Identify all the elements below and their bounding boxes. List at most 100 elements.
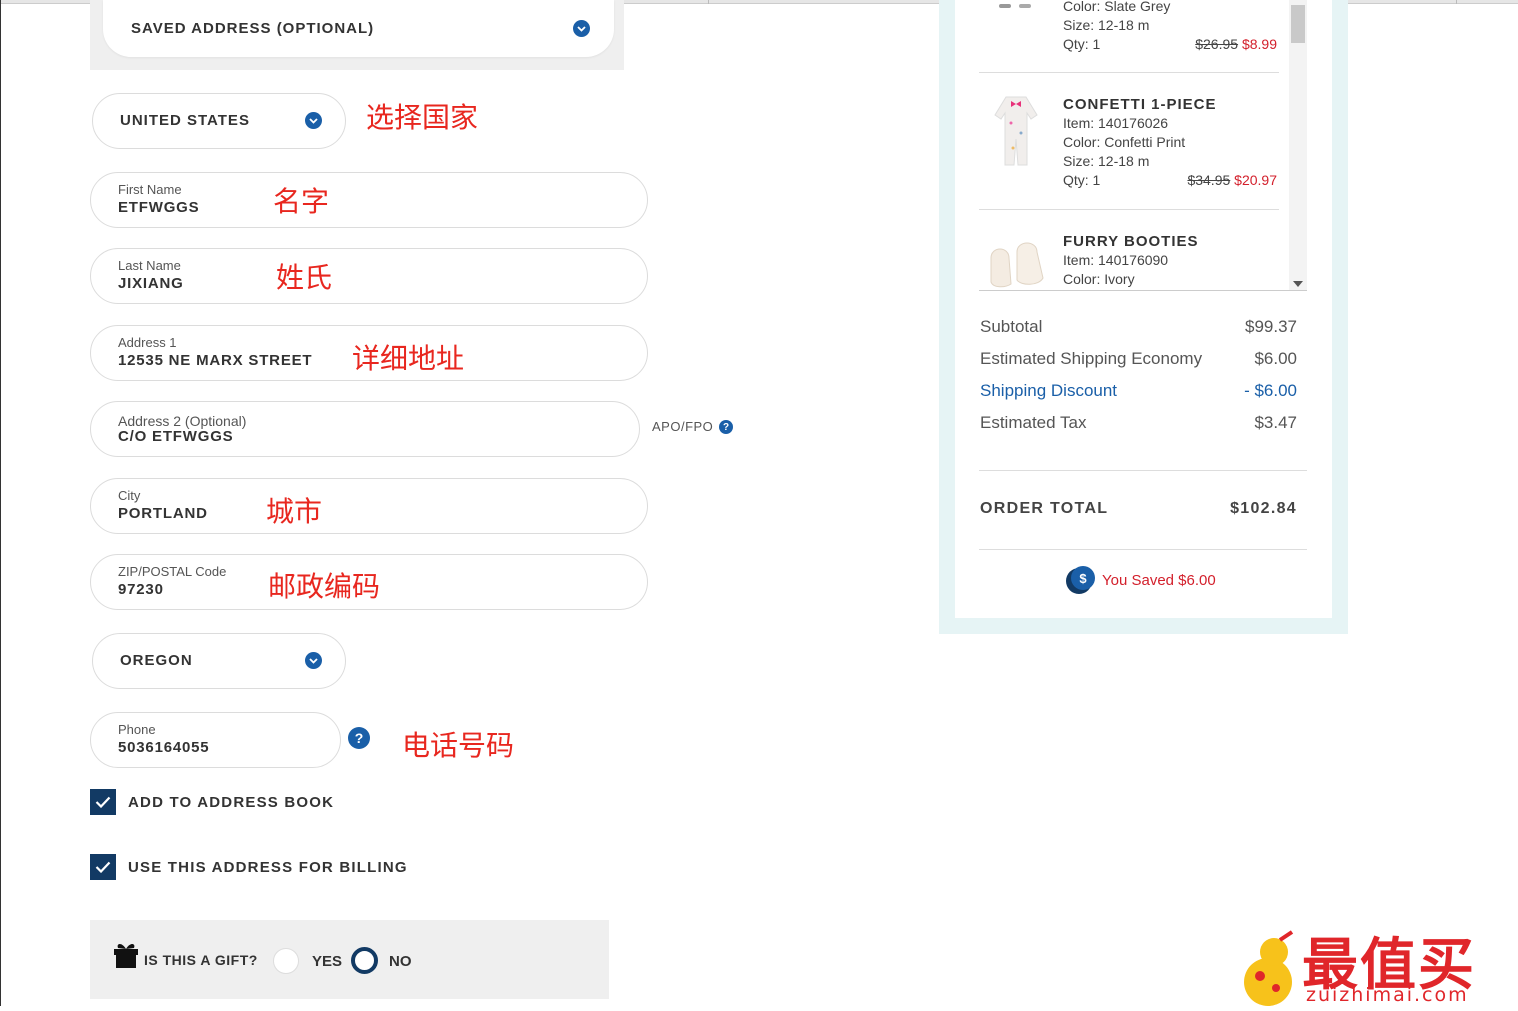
annotation-first-name: 名字 [273,185,330,218]
city-field[interactable]: City PORTLAND [90,478,648,534]
tax-row: Estimated Tax $3.47 [980,413,1297,433]
chevron-down-icon [305,112,322,129]
gift-question: IS THIS A GIFT? [144,952,258,968]
scroll-down-icon[interactable] [1293,274,1303,292]
item-color: Color: Confetti Print [1063,134,1186,150]
saved-address-select[interactable]: SAVED ADDRESS (OPTIONAL) [103,0,614,57]
item-name: FURRY BOOTIES [1063,233,1199,250]
product-thumbnail [987,238,1049,290]
list-item: CONFETTI 1-PIECE Item: 140176026 Color: … [979,73,1279,210]
gift-no-radio[interactable] [351,947,378,974]
use-for-billing-checkbox[interactable] [90,854,116,880]
watermark-logo: 最值买 zuizhimai.com [1230,924,1518,1006]
gift-no-label: NO [389,953,412,970]
city-value: PORTLAND [118,505,208,522]
annotation-zip: 邮政编码 [268,570,381,603]
address1-label: Address 1 [118,335,177,350]
gift-yes-radio[interactable] [273,948,299,974]
product-thumbnail [993,93,1039,174]
state-select[interactable]: OREGON [92,633,346,689]
shipping-discount-label: Shipping Discount [980,381,1118,400]
order-total-label: ORDER TOTAL [980,500,1109,517]
state-value: OREGON [120,652,193,669]
phone-label: Phone [118,722,156,737]
annotation-phone: 电话号码 [402,729,515,762]
list-item: Color: Slate Grey Size: 12-18 m Qty: 1 $… [979,0,1279,73]
tax-value: $3.47 [1254,413,1297,432]
annotation-last-name: 姓氏 [276,261,333,294]
product-thumbnail [1019,4,1031,8]
first-name-value: ETFWGGS [118,199,200,216]
order-total-value: $102.84 [1230,500,1297,517]
item-qty: Qty: 1 [1063,36,1101,52]
item-size: Size: 12-18 m [1063,153,1150,169]
shipping-row: Estimated Shipping Economy $6.00 [980,349,1297,369]
country-value: UNITED STATES [120,112,250,129]
item-sale-price: $8.99 [1241,36,1277,52]
watermark-sub-text: zuizhimai.com [1306,984,1469,1006]
item-list-price: $34.95 [1187,172,1231,188]
city-label: City [118,488,141,503]
annotation-address: 详细地址 [352,342,465,375]
address2-field[interactable]: Address 2 (Optional) C/O ETFWGGS [90,401,640,457]
summary-divider [979,549,1307,550]
country-select[interactable]: UNITED STATES [92,93,346,149]
subtotal-label: Subtotal [980,317,1043,336]
shipping-discount-value: - $6.00 [1244,381,1297,400]
item-name: CONFETTI 1-PIECE [1063,96,1217,113]
use-for-billing-option[interactable]: USE THIS ADDRESS FOR BILLING [90,854,408,880]
chevron-down-icon [573,20,590,37]
top-divider-tick [1456,0,1457,4]
add-to-address-book-label: ADD TO ADDRESS BOOK [128,793,335,811]
subtotal-value: $99.37 [1245,317,1297,336]
item-qty: Qty: 1 [1063,172,1101,188]
apo-fpo-help-icon[interactable]: ? [719,420,733,434]
item-list-price: $26.95 [1195,36,1239,52]
item-number: Item: 140176090 [1063,252,1169,268]
cart-item-list[interactable]: Color: Slate Grey Size: 12-18 m Qty: 1 $… [979,0,1307,291]
address2-value: C/O ETFWGGS [118,428,234,445]
address2-label: Address 2 (Optional) [118,413,247,429]
savings-note: $ You Saved $6.00 [1066,566,1216,594]
item-color: Color: Ivory [1063,271,1135,287]
gift-icon [112,940,140,975]
savings-text: You Saved $6.00 [1102,571,1216,589]
chevron-down-icon [305,652,322,669]
gift-section: IS THIS A GIFT? YES NO [90,920,609,999]
zip-label: ZIP/POSTAL Code [118,564,227,579]
shipping-label: Estimated Shipping Economy [980,349,1203,368]
phone-help-icon[interactable]: ? [348,727,370,749]
item-sale-price: $20.97 [1234,172,1277,188]
first-name-label: First Name [118,182,182,197]
phone-value: 5036164055 [118,739,210,756]
cart-scrollbar[interactable] [1289,0,1307,290]
savings-icon-glyph: $ [1071,566,1095,590]
phone-field[interactable]: Phone 5036164055 [90,712,341,768]
shipping-value: $6.00 [1254,349,1297,368]
annotation-country: 选择国家 [366,101,479,134]
list-item: FURRY BOOTIES Item: 140176090 Color: Ivo… [979,210,1279,290]
use-for-billing-label: USE THIS ADDRESS FOR BILLING [128,858,408,876]
zip-value: 97230 [118,581,164,598]
last-name-value: JIXIANG [118,275,184,292]
last-name-field[interactable]: Last Name JIXIANG [90,248,648,304]
shipping-discount-row: Shipping Discount - $6.00 [980,381,1297,401]
item-number: Item: 140176026 [1063,115,1169,131]
summary-divider [979,470,1307,471]
add-to-address-book-checkbox[interactable] [90,789,116,815]
top-divider-tick [708,0,709,4]
apo-fpo-label: APO/FPO [652,419,714,434]
annotation-city: 城市 [266,495,323,528]
saved-address-label: SAVED ADDRESS (OPTIONAL) [131,20,375,37]
subtotal-row: Subtotal $99.37 [980,317,1297,337]
address1-value: 12535 NE MARX STREET [118,352,313,369]
gift-yes-label: YES [312,953,343,970]
item-size: Size: 12-18 m [1063,17,1150,33]
first-name-field[interactable]: First Name ETFWGGS [90,172,648,228]
window-left-border [0,0,1,1006]
last-name-label: Last Name [118,258,181,273]
add-to-address-book-option[interactable]: ADD TO ADDRESS BOOK [90,789,334,815]
order-total-row: ORDER TOTAL $102.84 [980,500,1297,518]
cart-scrollbar-thumb[interactable] [1291,5,1305,43]
tax-label: Estimated Tax [980,413,1087,432]
